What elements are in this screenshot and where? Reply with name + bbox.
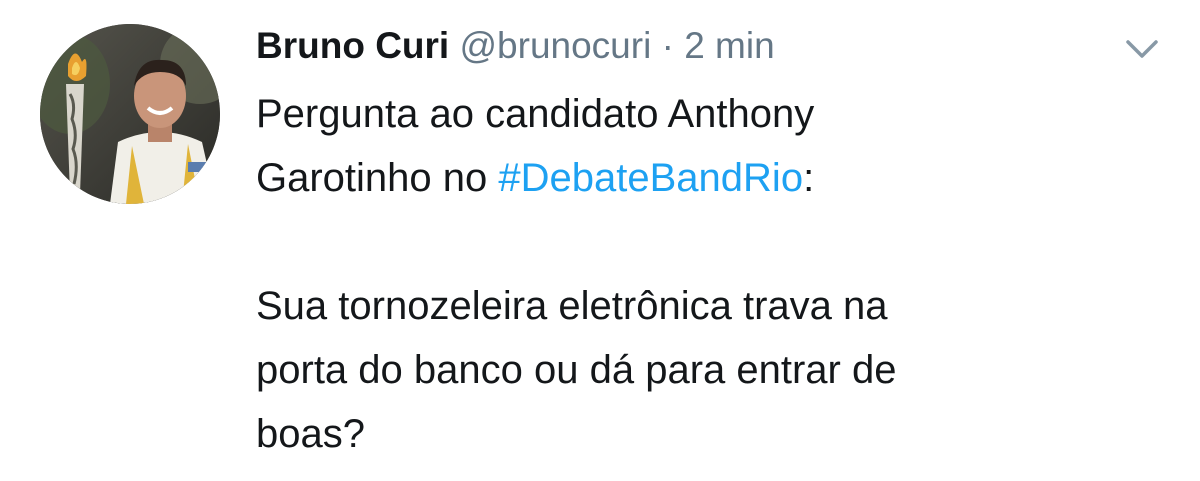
author-handle[interactable]: @brunocuri	[459, 25, 651, 66]
tweet-text-line: boas?	[256, 412, 365, 456]
header-separator: ·	[661, 25, 674, 66]
tweet-text-fragment: :	[803, 156, 815, 200]
avatar-image	[40, 24, 220, 204]
tweet-text-line: Sua tornozeleira eletrônica trava na	[256, 284, 888, 328]
author-name[interactable]: Bruno Curi	[256, 25, 449, 66]
tweet-timestamp[interactable]: 2 min	[684, 25, 774, 66]
avatar[interactable]	[40, 24, 220, 204]
tweet-text-line: porta do banco ou dá para entrar de	[256, 348, 897, 392]
tweet-text-line: Pergunta ao candidato Anthony	[256, 92, 815, 136]
tweet[interactable]: Bruno Curi @brunocuri · 2 min Pergunta a…	[0, 0, 1200, 481]
tweet-content: Bruno Curi @brunocuri · 2 min Pergunta a…	[256, 18, 1156, 466]
tweet-text-fragment: Garotinho no	[256, 156, 499, 200]
tweet-text-line: Garotinho no #DebateBandRio:	[256, 146, 1156, 210]
tweet-text: Pergunta ao candidato Anthony Garotinho …	[256, 82, 1156, 466]
hashtag-link[interactable]: #DebateBandRio	[498, 156, 803, 200]
tweet-header: Bruno Curi @brunocuri · 2 min	[256, 18, 1156, 74]
chevron-down-icon[interactable]	[1124, 36, 1160, 62]
